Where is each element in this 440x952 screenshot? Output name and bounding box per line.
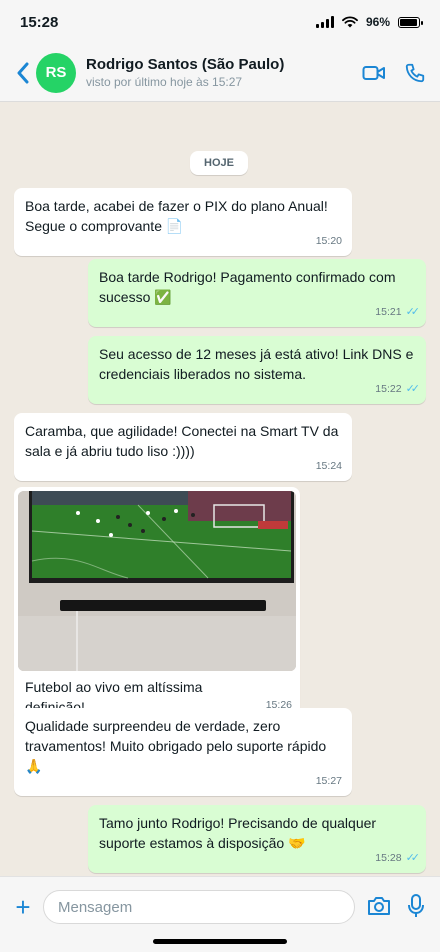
chat-area[interactable]: HOJE Boa tarde, acabei de fazer o PIX do… — [0, 102, 440, 876]
message-time: 15:21 ✓✓ — [375, 302, 421, 322]
message-text: Seu acesso de 12 meses já está ativo! Li… — [99, 346, 414, 382]
message-composer: + — [0, 876, 440, 952]
plus-icon[interactable]: + — [12, 894, 34, 920]
contact-last-seen: visto por último hoje às 15:27 — [86, 75, 243, 89]
message-text: Qualidade surpreendeu de verdade, zero t… — [25, 718, 327, 774]
chat-header: RS Rodrigo Santos (São Paulo) visto por … — [0, 44, 440, 102]
image-message-bubble[interactable]: Futebol ao vivo em altíssima definição! … — [14, 487, 300, 723]
message-bubble-outgoing[interactable]: Boa tarde Rodrigo! Pagamento confirmado … — [88, 259, 426, 327]
status-bar: 15:28 96% — [0, 0, 440, 44]
contact-avatar[interactable]: RS — [36, 52, 76, 93]
wifi-icon — [342, 16, 358, 28]
camera-icon[interactable] — [367, 895, 391, 917]
contact-info[interactable]: Rodrigo Santos (São Paulo) visto por últ… — [86, 56, 362, 89]
message-text: Caramba, que agilidade! Conectei na Smar… — [25, 423, 339, 459]
message-input[interactable] — [43, 890, 355, 924]
message-bubble-incoming[interactable]: Boa tarde, acabei de fazer o PIX do plan… — [14, 188, 352, 256]
message-text: Tamo junto Rodrigo! Precisando de qualqu… — [99, 815, 377, 851]
tv-photo-icon[interactable] — [18, 491, 296, 671]
microphone-icon[interactable] — [406, 893, 426, 919]
message-bubble-incoming[interactable]: Caramba, que agilidade! Conectei na Smar… — [14, 413, 352, 481]
message-text: Boa tarde, acabei de fazer o PIX do plan… — [25, 198, 328, 234]
read-receipt-icon: ✓✓ — [405, 306, 421, 318]
message-time: 15:27 — [315, 775, 342, 787]
date-separator: HOJE — [190, 151, 248, 175]
status-icons: 96% — [315, 15, 423, 29]
status-time: 15:28 — [20, 13, 59, 31]
message-time: 15:22 ✓✓ — [375, 379, 421, 399]
battery-icon — [398, 16, 423, 28]
call-actions — [362, 62, 426, 84]
voice-call-icon[interactable] — [404, 62, 426, 84]
contact-name: Rodrigo Santos (São Paulo) — [86, 56, 285, 73]
message-time: 15:24 — [315, 460, 342, 472]
read-receipt-icon: ✓✓ — [405, 852, 421, 864]
message-text: Boa tarde Rodrigo! Pagamento confirmado … — [99, 269, 396, 305]
message-bubble-incoming[interactable]: Qualidade surpreendeu de verdade, zero t… — [14, 708, 352, 796]
read-receipt-icon: ✓✓ — [405, 383, 421, 395]
message-bubble-outgoing[interactable]: Seu acesso de 12 meses já está ativo! Li… — [88, 336, 426, 404]
message-time: 15:20 — [315, 235, 342, 247]
message-time: 15:28 ✓✓ — [375, 848, 421, 868]
video-call-icon[interactable] — [362, 64, 386, 82]
back-chevron-icon[interactable] — [10, 60, 36, 86]
cellular-signal-icon — [315, 16, 334, 28]
battery-percent: 96% — [365, 15, 390, 29]
message-bubble-outgoing[interactable]: Tamo junto Rodrigo! Precisando de qualqu… — [88, 805, 426, 873]
home-indicator[interactable] — [153, 939, 287, 944]
